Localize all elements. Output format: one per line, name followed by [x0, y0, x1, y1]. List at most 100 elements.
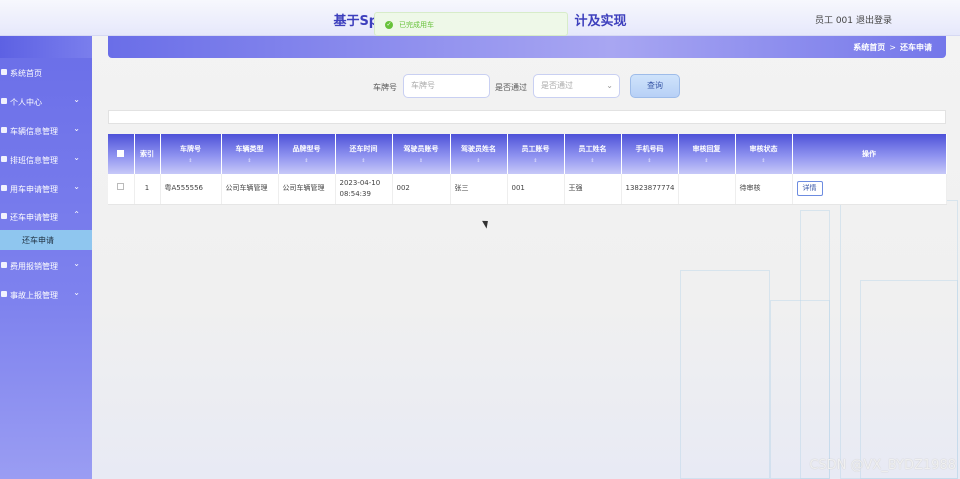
sidebar-item-accident[interactable]: 事故上报管理 ⌄: [0, 284, 92, 306]
sort-icon: ⇕: [304, 158, 309, 164]
sidebar-item-label: 事故上报管理: [10, 291, 58, 300]
sidebar-item-schedule[interactable]: 排班信息管理 ⌄: [0, 149, 92, 171]
cell-brand: 公司车辆管理: [278, 174, 336, 205]
sidebar-item-return[interactable]: 还车申请管理 ⌃: [0, 206, 92, 228]
return-icon: [1, 213, 7, 219]
plate-input[interactable]: 车牌号: [403, 74, 490, 98]
header-review-status[interactable]: 审核状态 ⇕: [735, 134, 793, 174]
chevron-down-icon: ⌄: [73, 95, 80, 104]
chevron-down-icon: ⌄: [73, 124, 80, 133]
breadcrumb-home[interactable]: 系统首页: [853, 43, 885, 52]
cell-employee-name: 王强: [564, 174, 622, 205]
sidebar-item-usage[interactable]: 用车申请管理 ⌄: [0, 178, 92, 200]
return-apply-table: 索引 车牌号 ⇕ 车辆类型 ⇕ 品牌型号 ⇕ 还车时间 ⇕ 驾驶员账号 ⇕ 驾驶员姓名 ⇕ …: [108, 134, 947, 205]
sort-icon: ⇕: [533, 158, 538, 164]
sidebar-item-vehicle[interactable]: 车辆信息管理 ⌄: [0, 120, 92, 142]
sort-icon: ⇕: [647, 158, 652, 164]
sidebar-item-home[interactable]: 系统首页: [0, 62, 92, 84]
header-employee-name[interactable]: 员工姓名 ⇕: [564, 134, 622, 174]
breadcrumb-separator: >: [889, 43, 896, 52]
decor-building-1: [680, 270, 770, 479]
breadcrumb-current: 还车申请: [900, 43, 932, 52]
decor-building-5: [860, 280, 958, 479]
sidebar-item-label: 车辆信息管理: [10, 127, 58, 136]
cell-review-status: 待审核: [735, 174, 793, 205]
cell-driver-account: 002: [392, 174, 451, 205]
chevron-down-icon: ⌄: [73, 153, 80, 162]
cell-plate: 粤A555556: [160, 174, 222, 205]
header-driver-account[interactable]: 驾驶员账号 ⇕: [392, 134, 451, 174]
passed-label: 是否通过: [495, 83, 527, 92]
sidebar-item-label: 费用报销管理: [10, 262, 58, 271]
header-index: 索引: [134, 134, 161, 174]
sidebar-item-label: 用车申请管理: [10, 185, 58, 194]
sidebar-top-band: [0, 36, 92, 58]
sort-icon: ⇕: [761, 158, 766, 164]
sidebar-item-label: 排班信息管理: [10, 156, 58, 165]
header-review-reply[interactable]: 审核回复 ⇕: [678, 134, 736, 174]
title-tail: 计及实现: [574, 14, 627, 29]
header-employee-account[interactable]: 员工账号 ⇕: [507, 134, 565, 174]
row-checkbox[interactable]: [117, 183, 125, 191]
sort-icon: ⇕: [704, 158, 709, 164]
sort-icon: ⇕: [476, 158, 481, 164]
sidebar-subitem-label: 还车申请: [22, 236, 54, 245]
action-bar: [108, 110, 946, 124]
query-button[interactable]: 查询: [630, 74, 680, 98]
header-action: 操作: [792, 134, 947, 174]
decor-building-3: [800, 210, 830, 479]
sidebar-item-label: 个人中心: [10, 98, 42, 107]
header-type[interactable]: 车辆类型 ⇕: [221, 134, 279, 174]
calendar-icon: [1, 156, 7, 162]
clipboard-icon: [1, 185, 7, 191]
sidebar-subitem-return-apply[interactable]: 还车申请: [0, 230, 92, 250]
toast-text: 已完成用车: [399, 21, 434, 29]
user-name: 员工 001: [814, 16, 853, 26]
watermark: CSDN @VX_BYDZ1988: [809, 458, 956, 473]
sort-icon: ⇕: [247, 158, 252, 164]
cell-action: 详情: [792, 174, 947, 205]
sidebar-item-label: 系统首页: [10, 69, 42, 78]
passed-select[interactable]: 是否通过 ⌄: [533, 74, 620, 98]
header-driver-name[interactable]: 驾驶员姓名 ⇕: [450, 134, 508, 174]
table-header-row: 索引 车牌号 ⇕ 车辆类型 ⇕ 品牌型号 ⇕ 还车时间 ⇕ 驾驶员账号 ⇕ 驾驶员姓名 ⇕ …: [108, 134, 947, 174]
sort-icon: ⇕: [418, 158, 424, 164]
sort-icon: ⇕: [590, 158, 595, 164]
report-icon: [1, 291, 7, 297]
select-all-checkbox[interactable]: [117, 149, 125, 157]
chevron-down-icon: ⌄: [73, 259, 80, 268]
header-phone[interactable]: 手机号码 ⇕: [621, 134, 679, 174]
cell-review-reply: [678, 174, 736, 205]
detail-button[interactable]: 详情: [796, 181, 823, 197]
header-checkbox-cell: [108, 134, 135, 174]
sidebar-item-profile[interactable]: 个人中心 ⌄: [0, 91, 92, 113]
user-icon: [1, 98, 7, 104]
check-circle-icon: ✓: [385, 21, 393, 29]
passed-select-value: 是否通过: [541, 81, 573, 90]
cell-driver-name: 张三: [450, 174, 508, 205]
success-toast: ✓ 已完成用车: [374, 12, 568, 36]
chevron-down-icon: ⌄: [73, 288, 80, 297]
sidebar-item-label: 还车申请管理: [10, 213, 58, 222]
cell-index: 1: [134, 174, 161, 205]
sort-icon: ⇕: [188, 158, 193, 164]
header-return-time[interactable]: 还车时间 ⇕: [335, 134, 393, 174]
sidebar-item-expense[interactable]: 费用报销管理 ⌄: [0, 255, 92, 277]
chevron-up-icon: ⌃: [73, 210, 80, 219]
breadcrumb: 系统首页 > 还车申请: [108, 36, 946, 58]
chart-icon: [1, 262, 7, 268]
cell-return-time: 2023-04-10 08:54:39: [335, 174, 393, 205]
header-brand[interactable]: 品牌型号 ⇕: [278, 134, 336, 174]
plate-label: 车牌号: [373, 83, 397, 92]
sort-icon: ⇕: [361, 158, 366, 164]
logout-link[interactable]: 退出登录: [856, 13, 892, 26]
home-icon: [1, 69, 7, 75]
table-row[interactable]: 1 粤A555556 公司车辆管理 公司车辆管理 2023-04-10 08:5…: [108, 174, 947, 205]
cell-phone: 13823877774: [621, 174, 679, 205]
cell-employee-account: 001: [507, 174, 565, 205]
header-plate[interactable]: 车牌号 ⇕: [160, 134, 222, 174]
car-icon: [1, 127, 7, 133]
row-checkbox-cell: [108, 174, 135, 205]
cell-type: 公司车辆管理: [221, 174, 279, 205]
chevron-down-icon: ⌄: [606, 81, 613, 90]
